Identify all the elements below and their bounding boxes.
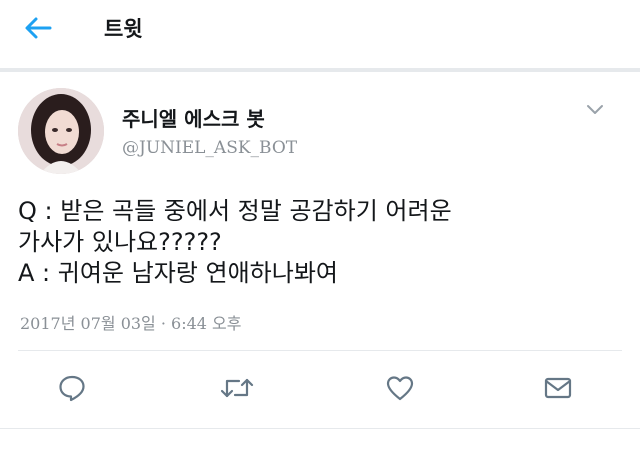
header-divider [0, 68, 640, 72]
chevron-down-icon [587, 105, 603, 114]
tweet-text: Q : 받은 곡들 중에서 정말 공감하기 어려운 가사가 있나요????? A… [18, 196, 618, 289]
reply-button[interactable] [52, 370, 92, 406]
avatar-image [18, 88, 104, 174]
message-button[interactable] [538, 370, 578, 406]
back-button[interactable] [18, 10, 58, 46]
mail-icon [544, 377, 572, 399]
tweet-line-2: 가사가 있나요????? [18, 228, 222, 256]
more-options-button[interactable] [582, 100, 608, 120]
bottom-divider [0, 428, 640, 429]
tweet-line-3: A : 귀여운 남자랑 연애하나봐여 [18, 259, 338, 287]
actions-divider [18, 350, 622, 351]
arrow-left-icon [25, 17, 52, 39]
action-bar [0, 360, 640, 416]
header-bar: 트윗 [0, 0, 640, 68]
retweet-button[interactable] [217, 370, 257, 406]
tweet-timestamp[interactable]: 2017년 07월 03일 · 6:44 오후 [20, 310, 241, 334]
tweet-line-1: Q : 받은 곡들 중에서 정말 공감하기 어려운 [18, 197, 452, 225]
retweet-icon [220, 378, 254, 398]
author-handle[interactable]: @JUNIEL_ASK_BOT [122, 138, 297, 158]
reply-icon [59, 375, 85, 402]
avatar[interactable] [18, 88, 104, 174]
page-title: 트윗 [104, 17, 143, 41]
heart-icon [386, 376, 414, 401]
author-display-name[interactable]: 주니엘 에스크 봇 [122, 103, 265, 132]
like-button[interactable] [380, 370, 420, 406]
